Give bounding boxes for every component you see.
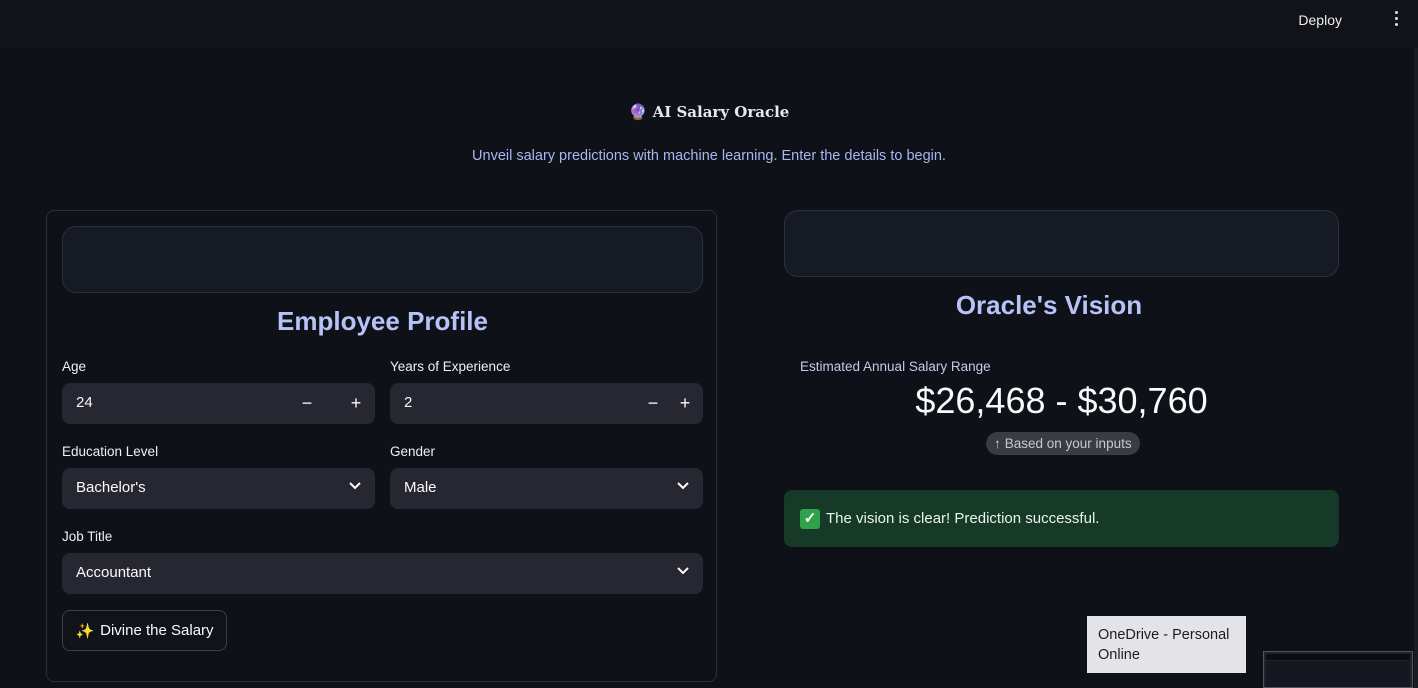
gender-value: Male	[404, 479, 437, 496]
divine-salary-button[interactable]: ✨ Divine the Salary	[62, 610, 227, 651]
arrow-up-icon: ↑	[994, 436, 1001, 451]
age-value[interactable]: 24	[76, 394, 93, 411]
metric-delta-text: Based on your inputs	[1004, 436, 1132, 451]
metric-delta-badge: ↑ Based on your inputs	[986, 432, 1140, 455]
success-alert: ✓ The vision is clear! Prediction succes…	[784, 490, 1339, 547]
experience-increment-button[interactable]: +	[670, 389, 700, 418]
success-message: The vision is clear! Prediction successf…	[826, 510, 1100, 527]
gender-select[interactable]: Male	[390, 468, 703, 509]
page-title: 🔮 AI Salary Oracle	[0, 103, 1418, 121]
thumbnail-body	[1266, 661, 1410, 687]
main-menu-icon[interactable]	[1392, 11, 1400, 27]
job-title-label: Job Title	[62, 529, 113, 544]
tooltip-line-2: Online	[1098, 647, 1140, 663]
experience-decrement-button[interactable]: −	[638, 389, 668, 418]
divine-salary-label: Divine the Salary	[100, 622, 214, 639]
chevron-down-icon	[677, 482, 689, 490]
gender-label: Gender	[390, 444, 436, 459]
thumbnail-titlebar	[1266, 654, 1410, 660]
experience-label: Years of Experience	[390, 359, 511, 374]
deploy-button[interactable]: Deploy	[1294, 10, 1346, 30]
experience-input[interactable]: 2 − +	[390, 383, 703, 424]
age-decrement-button[interactable]: −	[292, 389, 322, 418]
vision-glass-card	[784, 210, 1339, 277]
onedrive-tooltip: OneDrive - Personal Online	[1087, 616, 1246, 673]
tooltip-line-1: OneDrive - Personal	[1098, 627, 1230, 643]
sparkles-icon: ✨	[75, 622, 95, 640]
page-scrollbar[interactable]	[1414, 48, 1418, 688]
window-thumbnail-preview[interactable]	[1263, 651, 1413, 688]
crystal-ball-icon: 🔮	[628, 103, 648, 121]
page-subtitle: Unveil salary predictions with machine l…	[472, 148, 946, 164]
age-increment-button[interactable]: +	[341, 389, 371, 418]
employee-profile-heading: Employee Profile	[277, 306, 488, 336]
metric-label: Estimated Annual Salary Range	[800, 359, 991, 374]
job-title-value: Accountant	[76, 564, 152, 581]
experience-value[interactable]: 2	[404, 394, 412, 411]
education-label: Education Level	[62, 444, 159, 459]
chevron-down-icon	[677, 567, 689, 575]
oracle-vision-heading: Oracle's Vision	[955, 290, 1143, 320]
checkmark-icon: ✓	[800, 508, 820, 529]
app-toolbar: Deploy	[0, 0, 1418, 48]
age-input[interactable]: 24 − +	[62, 383, 375, 424]
education-select[interactable]: Bachelor's	[62, 468, 375, 509]
job-title-select[interactable]: Accountant	[62, 553, 703, 594]
education-value: Bachelor's	[76, 479, 146, 496]
salary-range-value: $26,468 - $30,760	[915, 380, 1208, 421]
age-label: Age	[62, 359, 87, 374]
chevron-down-icon	[349, 482, 361, 490]
page-title-text: AI Salary Oracle	[652, 103, 790, 121]
profile-glass-card	[62, 226, 703, 293]
